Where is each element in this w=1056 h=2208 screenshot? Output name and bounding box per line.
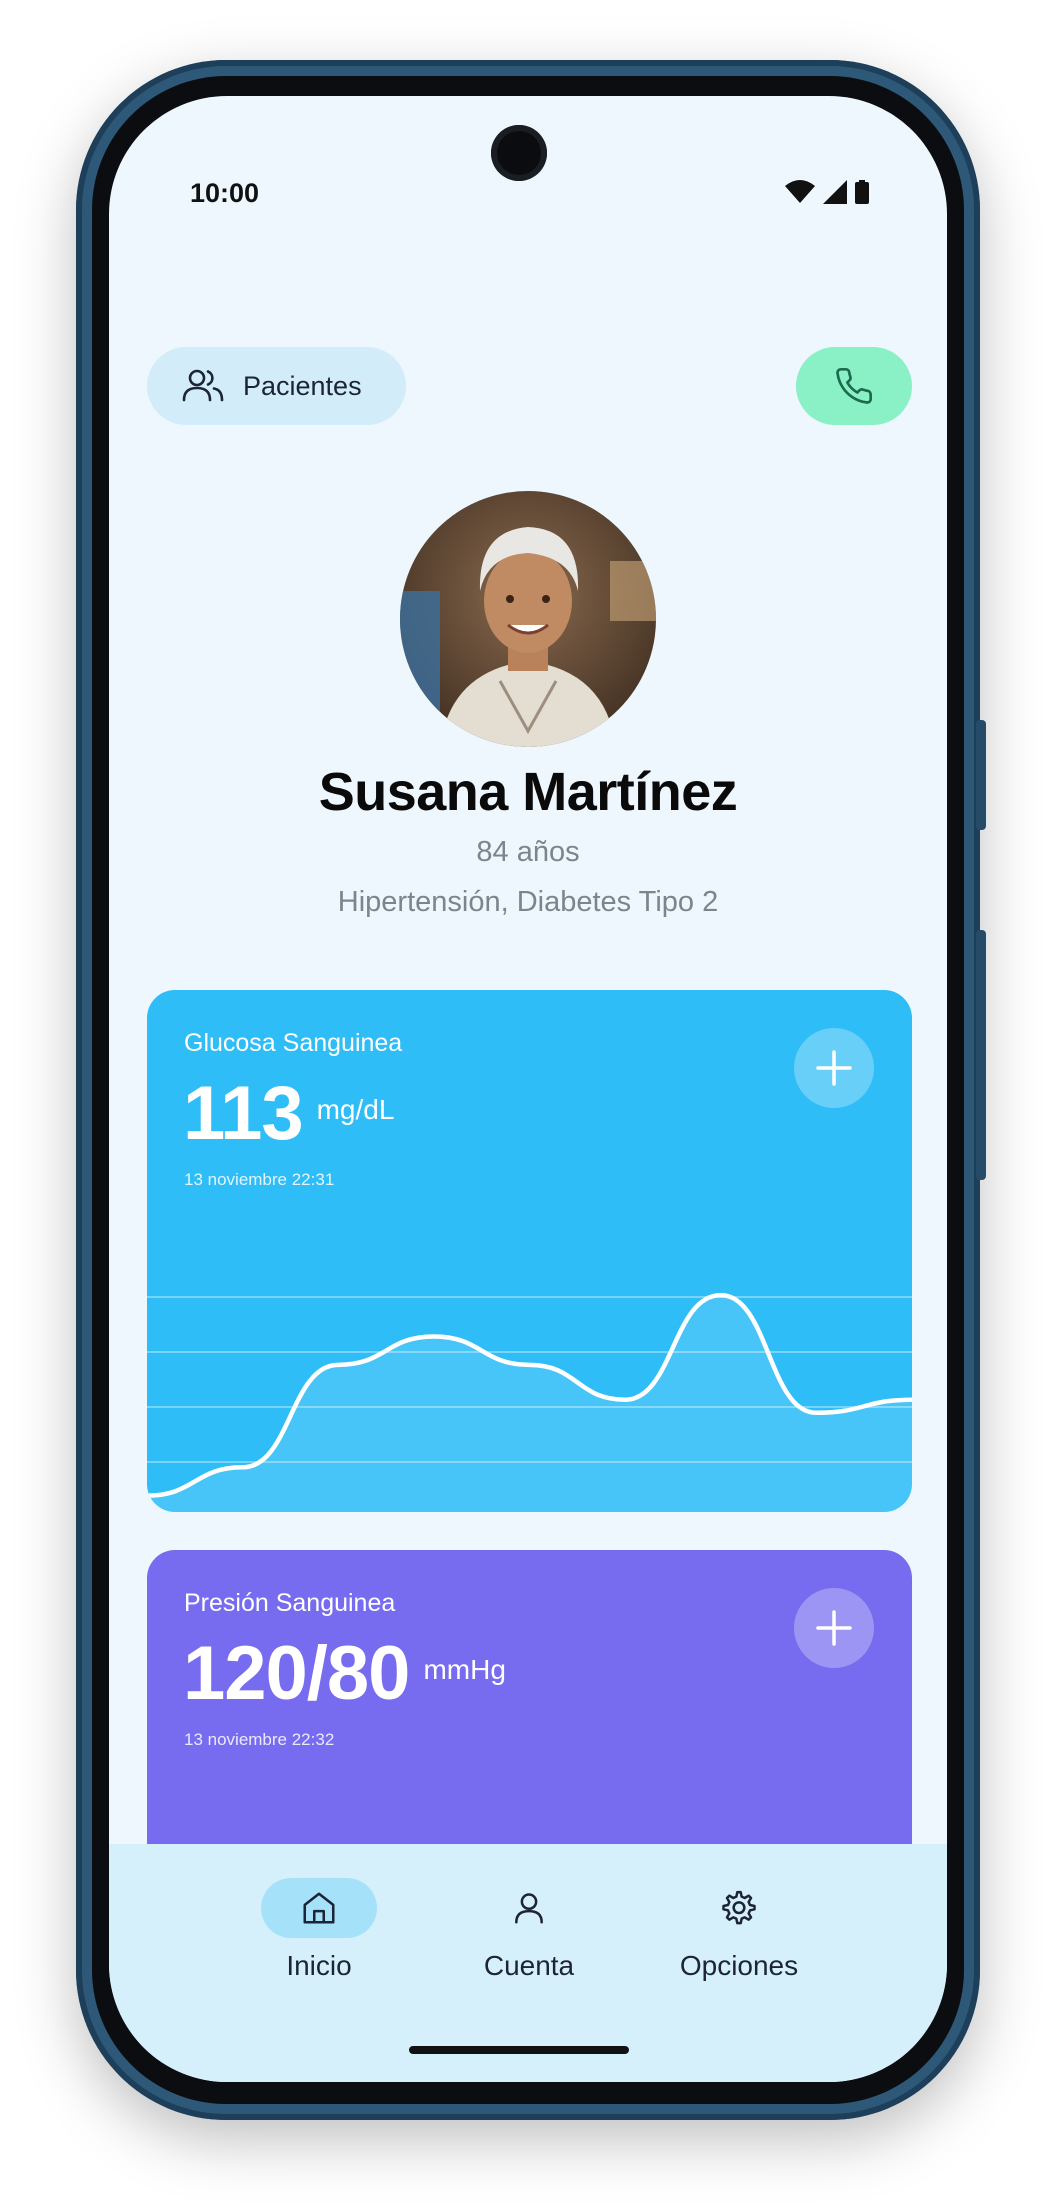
glucose-reading: 113 mg/dL: [183, 1076, 394, 1152]
glucose-card-title: Glucosa Sanguinea: [184, 1029, 403, 1057]
status-bar: 10:00: [109, 96, 947, 208]
app-screen: 10:00 Pacientes Susana Martínez 84 años …: [109, 96, 947, 2082]
pressure-value: 120/80: [183, 1631, 410, 1716]
patient-conditions: Hipertensión, Diabetes Tipo 2: [337, 886, 719, 918]
add-glucose-button[interactable]: [794, 1028, 874, 1108]
pressure-card-title: Presión Sanguinea: [184, 1589, 396, 1617]
phone-icon: [836, 367, 873, 404]
gear-icon: [722, 1890, 756, 1925]
plus-icon: [816, 1050, 852, 1086]
nav-item-cuenta[interactable]: Cuenta: [449, 1878, 609, 1982]
nav-item-opciones[interactable]: Opciones: [659, 1878, 819, 1982]
users-icon: [182, 369, 224, 402]
patients-button[interactable]: Pacientes: [147, 347, 406, 425]
home-indicator[interactable]: [409, 2046, 629, 2054]
pressure-unit: mmHg: [423, 1654, 506, 1685]
user-icon: [515, 1893, 543, 1924]
wifi-icon: [785, 180, 815, 203]
glucose-unit: mg/dL: [316, 1094, 395, 1125]
signal-icon: [823, 180, 847, 204]
call-button[interactable]: [796, 347, 912, 425]
patient-age: 84 años: [476, 836, 580, 868]
power-button: [976, 930, 986, 1180]
patients-button-label: Pacientes: [243, 370, 362, 401]
nav-label-cuenta: Cuenta: [483, 1950, 575, 1981]
glucose-value: 113: [183, 1071, 304, 1156]
battery-icon: [855, 180, 869, 204]
pressure-timestamp: 13 noviembre 22:32: [184, 1730, 335, 1749]
nav-label-inicio: Inicio: [286, 1950, 352, 1981]
status-icons: [785, 180, 869, 204]
patient-name: Susana Martínez: [318, 762, 738, 822]
nav-label-opciones: Opciones: [679, 1950, 799, 1981]
volume-button: [976, 720, 986, 830]
status-time: 10:00: [190, 178, 260, 208]
nav-item-inicio[interactable]: Inicio: [239, 1878, 399, 1982]
glucose-card[interactable]: Glucosa Sanguinea 113 mg/dL 13 noviembre…: [147, 990, 912, 1512]
add-pressure-button[interactable]: [794, 1588, 874, 1668]
pressure-reading: 120/80 mmHg: [183, 1636, 506, 1712]
glucose-trend-chart: [147, 1292, 912, 1512]
nav-active-indicator: [261, 1878, 377, 1938]
home-icon: [303, 1892, 335, 1924]
patient-avatar: [400, 491, 656, 747]
bottom-navigation: Inicio Cuenta Opciones: [109, 1844, 947, 2082]
glucose-timestamp: 13 noviembre 22:31: [184, 1170, 335, 1189]
pressure-card[interactable]: Presión Sanguinea 120/80 mmHg 13 noviemb…: [147, 1550, 912, 1880]
plus-icon: [816, 1610, 852, 1646]
